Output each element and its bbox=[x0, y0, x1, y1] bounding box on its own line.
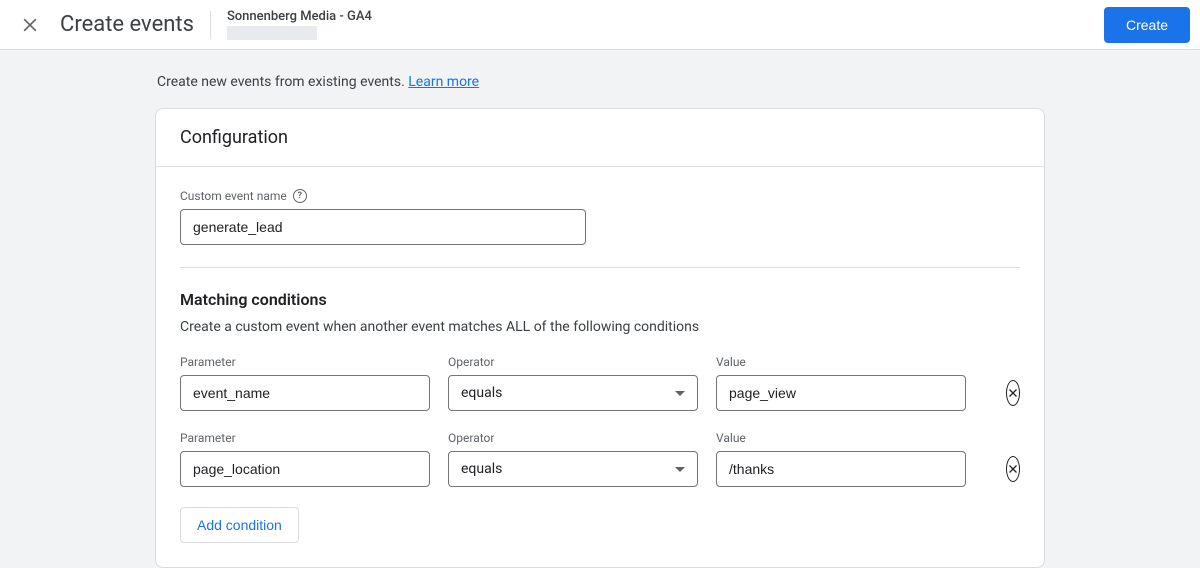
config-card: Configuration Custom event name ? Matchi… bbox=[155, 108, 1045, 568]
delete-condition-button[interactable] bbox=[1006, 456, 1020, 482]
parameter-label: Parameter bbox=[180, 431, 430, 445]
operator-select[interactable]: equals bbox=[448, 451, 698, 487]
property-selector[interactable]: Sonnenberg Media - GA4 bbox=[227, 9, 372, 40]
add-condition-button[interactable]: Add condition bbox=[180, 507, 299, 543]
matching-conditions-desc: Create a custom event when another event… bbox=[180, 319, 1020, 335]
operator-label: Operator bbox=[448, 355, 698, 369]
custom-event-name-label: Custom event name bbox=[180, 189, 287, 203]
card-body: Custom event name ? Matching conditions … bbox=[156, 167, 1044, 567]
operator-label: Operator bbox=[448, 431, 698, 445]
help-icon[interactable]: ? bbox=[293, 189, 307, 203]
close-icon bbox=[1007, 387, 1019, 399]
operator-select[interactable]: equals bbox=[448, 375, 698, 411]
page-title: Create events bbox=[60, 12, 194, 37]
property-sub-placeholder bbox=[227, 26, 317, 40]
value-input[interactable] bbox=[716, 451, 966, 487]
intro-text: Create new events from existing events. … bbox=[155, 50, 1045, 108]
create-button[interactable]: Create bbox=[1104, 7, 1190, 43]
learn-more-link[interactable]: Learn more bbox=[408, 74, 479, 90]
value-label: Value bbox=[716, 431, 966, 445]
delete-condition-button[interactable] bbox=[1006, 380, 1020, 406]
property-name: Sonnenberg Media - GA4 bbox=[227, 9, 372, 24]
operator-value: equals bbox=[461, 461, 502, 477]
custom-event-name-input[interactable] bbox=[180, 209, 586, 245]
parameter-input[interactable] bbox=[180, 451, 430, 487]
operator-value: equals bbox=[461, 385, 502, 401]
condition-row: Parameter Operator equals Value bbox=[180, 355, 1020, 411]
matching-conditions-title: Matching conditions bbox=[180, 290, 1020, 309]
value-input[interactable] bbox=[716, 375, 966, 411]
parameter-input[interactable] bbox=[180, 375, 430, 411]
intro-copy: Create new events from existing events. bbox=[157, 74, 408, 90]
value-label: Value bbox=[716, 355, 966, 369]
chevron-down-icon bbox=[675, 391, 685, 396]
top-bar: Create events Sonnenberg Media - GA4 Cre… bbox=[0, 0, 1200, 50]
section-divider bbox=[180, 267, 1020, 268]
close-icon bbox=[1007, 463, 1019, 475]
content-area: Create new events from existing events. … bbox=[0, 50, 1200, 568]
card-header: Configuration bbox=[156, 109, 1044, 167]
chevron-down-icon bbox=[675, 467, 685, 472]
close-button[interactable] bbox=[10, 5, 50, 45]
close-icon bbox=[20, 15, 40, 35]
divider bbox=[210, 11, 211, 39]
condition-row: Parameter Operator equals Value bbox=[180, 431, 1020, 487]
parameter-label: Parameter bbox=[180, 355, 430, 369]
